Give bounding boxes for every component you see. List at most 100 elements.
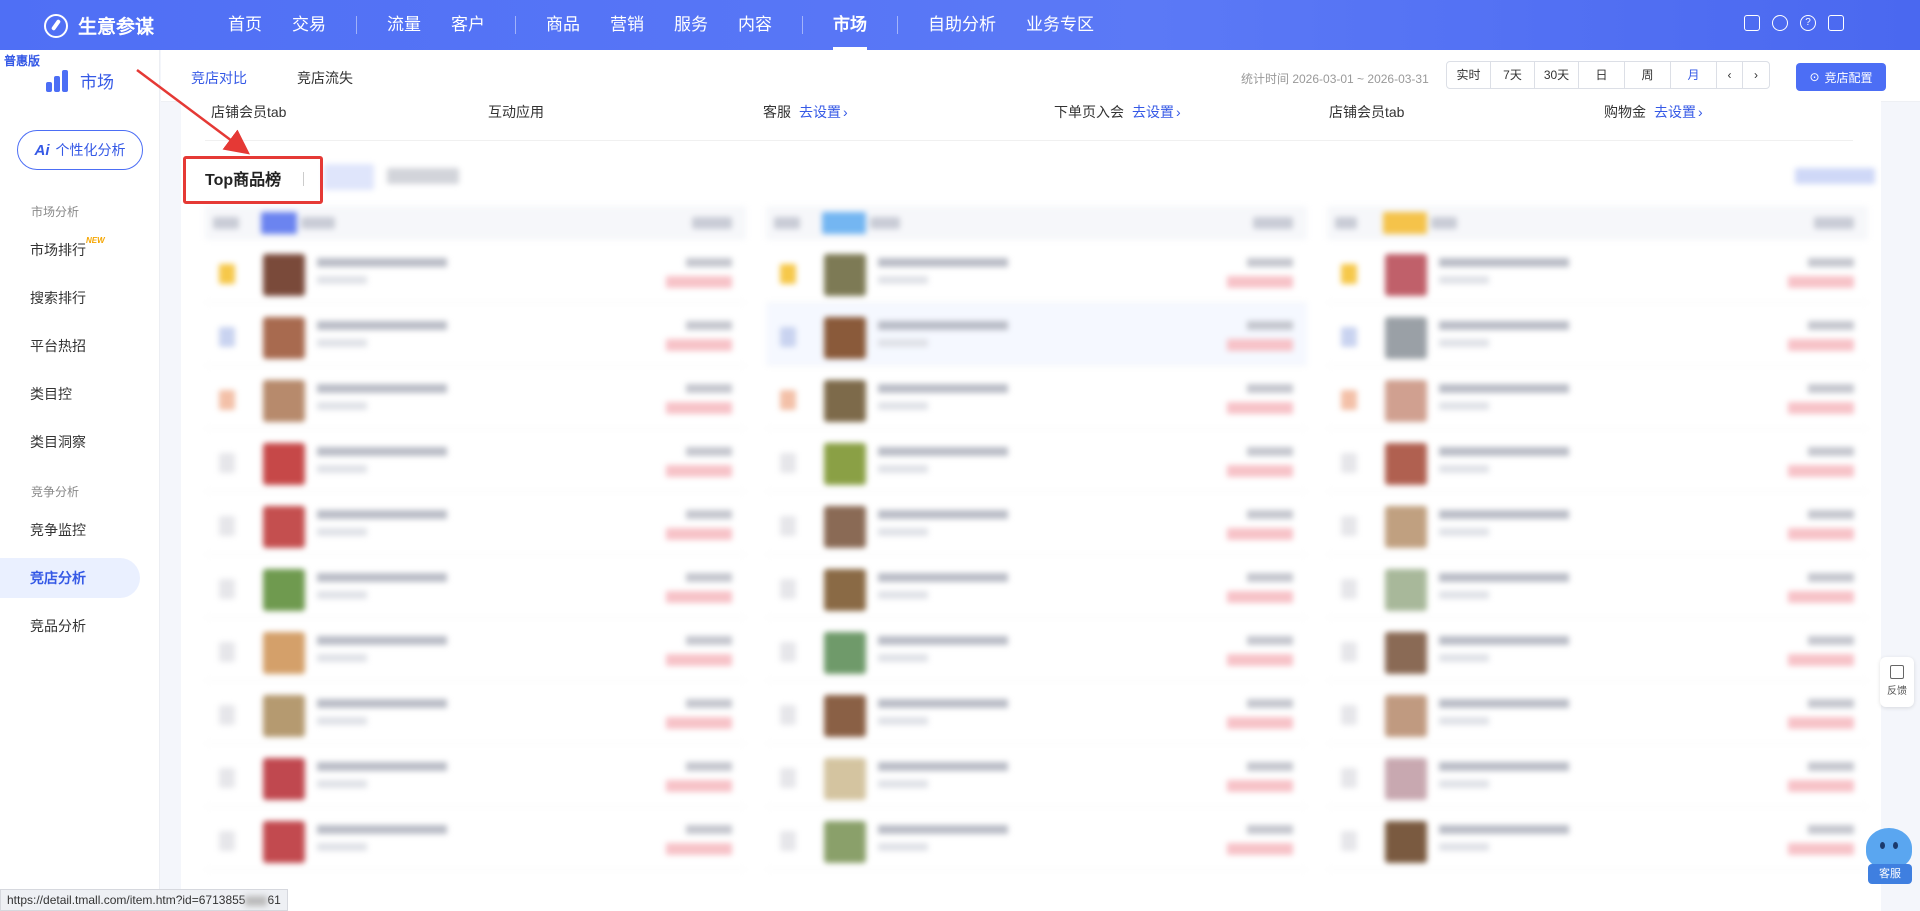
product-title-blurred[interactable] [1439, 636, 1569, 645]
product-thumbnail[interactable] [824, 821, 866, 863]
product-row[interactable] [205, 555, 746, 618]
product-thumbnail[interactable] [1385, 254, 1427, 296]
product-row[interactable] [766, 366, 1307, 429]
user-icon[interactable] [1772, 15, 1788, 31]
nav-customer[interactable]: 客户 [451, 0, 485, 50]
product-row[interactable] [1327, 744, 1868, 807]
product-thumbnail[interactable] [1385, 758, 1427, 800]
product-thumbnail[interactable] [263, 569, 305, 611]
tab-store-loss[interactable]: 竞店流失 [297, 68, 353, 88]
product-row[interactable] [1327, 303, 1868, 366]
product-title-blurred[interactable] [317, 762, 447, 771]
product-row[interactable] [205, 681, 746, 744]
nav-service[interactable]: 服务 [674, 0, 708, 50]
logout-icon[interactable] [1828, 15, 1844, 31]
product-title-blurred[interactable] [1439, 258, 1569, 267]
brand[interactable]: 生意参谋 [44, 12, 154, 39]
product-thumbnail[interactable] [824, 632, 866, 674]
sidebar-item-competitor-product-analysis[interactable]: 竞品分析 [0, 606, 140, 646]
product-title-blurred[interactable] [878, 636, 1008, 645]
product-rows[interactable] [766, 240, 1307, 870]
nav-self-analysis[interactable]: 自助分析 [928, 0, 996, 50]
product-thumbnail[interactable] [1385, 632, 1427, 674]
product-row[interactable] [1327, 240, 1868, 303]
product-title-blurred[interactable] [878, 825, 1008, 834]
product-title-blurred[interactable] [1439, 699, 1569, 708]
product-thumbnail[interactable] [824, 758, 866, 800]
product-row[interactable] [766, 240, 1307, 303]
nav-business-zone[interactable]: 业务专区 [1026, 0, 1094, 50]
product-thumbnail[interactable] [824, 506, 866, 548]
sidebar-item-platform-recruit[interactable]: 平台热招 [0, 326, 140, 366]
store-config-button[interactable]: ⊙ 竞店配置 [1796, 63, 1886, 91]
product-thumbnail[interactable] [824, 569, 866, 611]
product-title-blurred[interactable] [878, 447, 1008, 456]
prev-period-chevron-left-icon[interactable]: ‹ [1717, 62, 1743, 88]
product-row[interactable] [766, 555, 1307, 618]
product-thumbnail[interactable] [263, 695, 305, 737]
product-row[interactable] [766, 681, 1307, 744]
nav-marketing[interactable]: 营销 [610, 0, 644, 50]
product-title-blurred[interactable] [317, 636, 447, 645]
product-title-blurred[interactable] [878, 258, 1008, 267]
product-title-blurred[interactable] [1439, 510, 1569, 519]
product-row[interactable] [205, 492, 746, 555]
setting-link[interactable]: 去设置 [1654, 104, 1696, 120]
product-title-blurred[interactable] [878, 762, 1008, 771]
product-thumbnail[interactable] [263, 632, 305, 674]
product-title-blurred[interactable] [878, 321, 1008, 330]
product-thumbnail[interactable] [1385, 443, 1427, 485]
product-title-blurred[interactable] [1439, 825, 1569, 834]
product-row[interactable] [766, 492, 1307, 555]
product-row[interactable] [205, 744, 746, 807]
sidebar-item-market-ranking[interactable]: 市场排行 NEW [0, 230, 140, 270]
product-thumbnail[interactable] [824, 695, 866, 737]
product-thumbnail[interactable] [263, 758, 305, 800]
product-thumbnail[interactable] [824, 254, 866, 296]
product-title-blurred[interactable] [317, 321, 447, 330]
nav-product[interactable]: 商品 [546, 0, 580, 50]
product-title-blurred[interactable] [317, 825, 447, 834]
ai-personalized-analysis-button[interactable]: Ai 个性化分析 [17, 130, 143, 170]
product-title-blurred[interactable] [317, 258, 447, 267]
product-row[interactable] [766, 807, 1307, 870]
product-row[interactable] [205, 807, 746, 870]
product-title-blurred[interactable] [317, 699, 447, 708]
sidebar-item-category-insight[interactable]: 类目洞察 [0, 422, 140, 462]
product-row[interactable] [766, 744, 1307, 807]
product-rows[interactable] [205, 240, 746, 870]
product-thumbnail[interactable] [1385, 821, 1427, 863]
nav-content[interactable]: 内容 [738, 0, 772, 50]
period-day[interactable]: 日 [1579, 62, 1625, 88]
product-row[interactable] [1327, 555, 1868, 618]
product-thumbnail[interactable] [263, 380, 305, 422]
period-7d[interactable]: 7天 [1491, 62, 1535, 88]
product-title-blurred[interactable] [317, 384, 447, 393]
product-row[interactable] [1327, 366, 1868, 429]
product-row[interactable] [766, 618, 1307, 681]
period-30d[interactable]: 30天 [1535, 62, 1579, 88]
product-row[interactable] [1327, 618, 1868, 681]
nav-home[interactable]: 首页 [228, 0, 262, 50]
product-thumbnail[interactable] [263, 443, 305, 485]
more-link-blurred[interactable] [1795, 168, 1875, 184]
product-rows[interactable] [1327, 240, 1868, 870]
product-row[interactable] [1327, 429, 1868, 492]
product-title-blurred[interactable] [878, 699, 1008, 708]
product-thumbnail[interactable] [1385, 569, 1427, 611]
product-thumbnail[interactable] [263, 506, 305, 548]
product-title-blurred[interactable] [317, 510, 447, 519]
setting-link[interactable]: 去设置 [799, 104, 841, 120]
message-icon[interactable] [1744, 15, 1760, 31]
product-row[interactable] [205, 303, 746, 366]
product-row[interactable] [205, 366, 746, 429]
period-realtime[interactable]: 实时 [1447, 62, 1491, 88]
product-title-blurred[interactable] [317, 447, 447, 456]
product-title-blurred[interactable] [1439, 762, 1569, 771]
product-row[interactable] [1327, 681, 1868, 744]
product-title-blurred[interactable] [317, 573, 447, 582]
sidebar-app-title[interactable]: 市场 [46, 68, 114, 93]
product-thumbnail[interactable] [263, 317, 305, 359]
product-thumbnail[interactable] [824, 380, 866, 422]
sidebar-item-search-ranking[interactable]: 搜索排行 [0, 278, 140, 318]
